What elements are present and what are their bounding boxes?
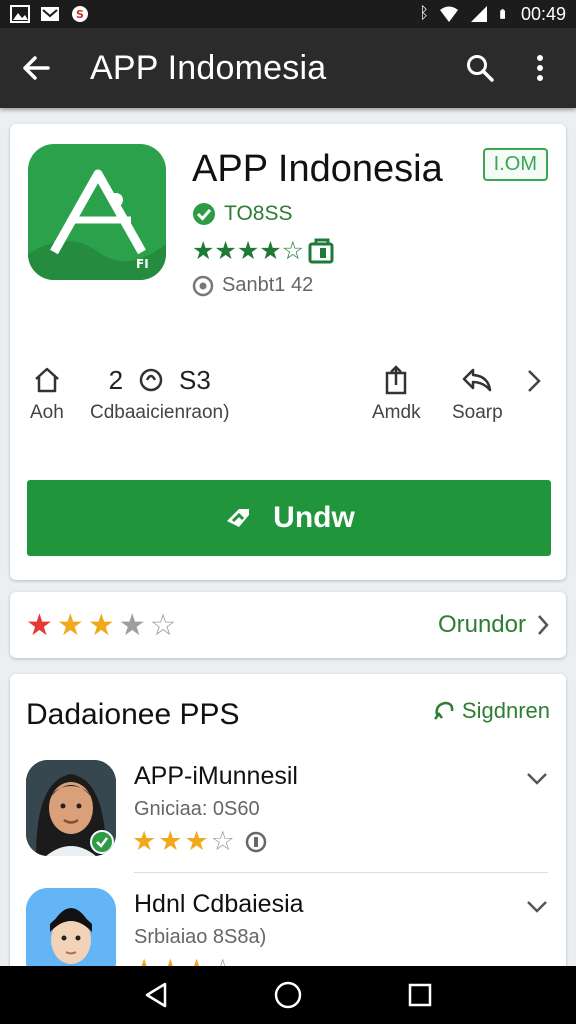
- home-icon: [35, 367, 59, 393]
- expand-button[interactable]: [526, 894, 548, 920]
- rate-stars[interactable]: ★ ★ ★ ★ ☆: [26, 608, 177, 643]
- developer-row[interactable]: TO8SS: [192, 202, 292, 226]
- stat-share-label: Amdk: [372, 402, 421, 423]
- rate-link-label: Orundor: [437, 611, 526, 638]
- stat-downloads: 2 S3 Cdbaaicienraon): [90, 364, 229, 424]
- mail-icon: [41, 7, 59, 21]
- star-icon[interactable]: ★: [57, 608, 84, 643]
- app-name: APP Indonesia: [192, 148, 443, 190]
- expand-button[interactable]: [526, 766, 548, 792]
- star-icon: ★: [158, 826, 183, 856]
- search-icon: [467, 55, 494, 82]
- star-icon[interactable]: ★: [88, 608, 115, 643]
- overflow-menu-button[interactable]: [518, 46, 562, 90]
- nav-back-button[interactable]: [136, 975, 176, 1015]
- signal-icon: [470, 6, 487, 22]
- nav-recents-button[interactable]: [400, 975, 440, 1015]
- list-item-title: Hdnl Cdbaiesia: [134, 890, 304, 918]
- wifi-icon: [439, 6, 458, 22]
- install-button[interactable]: Undw: [27, 480, 551, 556]
- list-item-subtitle: Gniciaa: 0S60: [134, 798, 260, 820]
- refresh-icon: [433, 701, 454, 720]
- list-item-title: APP-iMunnesil: [134, 762, 298, 790]
- chevron-down-icon: [527, 773, 547, 785]
- page-title: APP Indomesia: [90, 48, 327, 87]
- avatar: [26, 760, 116, 856]
- app-notification-icon: S: [72, 6, 88, 22]
- rate-link[interactable]: Orundor: [438, 611, 550, 639]
- app-bar: APP Indomesia: [0, 28, 576, 108]
- see-more-link[interactable]: Sigdnren: [432, 698, 550, 724]
- stat-number: 2: [108, 364, 124, 395]
- stats-next-button[interactable]: [526, 368, 542, 394]
- star-icon[interactable]: ★: [26, 608, 53, 643]
- stat-reply-label: Soarp: [452, 402, 503, 423]
- nav-home-button[interactable]: [268, 975, 308, 1015]
- battery-icon: [500, 9, 505, 19]
- more-vert-icon: [537, 55, 543, 81]
- stat-share[interactable]: Amdk: [372, 364, 421, 424]
- circle-home-icon: [274, 981, 302, 1009]
- star-icon: ★: [132, 826, 157, 856]
- star-icon: ★: [184, 826, 209, 856]
- app-rating-row: ★★★★☆: [192, 236, 336, 266]
- triangle-back-icon: [145, 982, 167, 1008]
- status-time: 00:49: [520, 3, 566, 24]
- stat-number-2: S3: [179, 364, 211, 395]
- search-button[interactable]: [458, 46, 502, 90]
- list-item-subtitle: Srbiaiao 8S8a): [134, 926, 267, 948]
- divider: [134, 872, 548, 873]
- image-icon: [10, 5, 30, 23]
- share-icon: [386, 365, 407, 395]
- info-circle-icon: [245, 831, 267, 852]
- rate-app-card[interactable]: ★ ★ ★ ★ ☆ Orundor: [10, 592, 566, 658]
- stat-home-label: Aoh: [30, 402, 64, 423]
- chevron-down-icon: [527, 901, 547, 913]
- app-rating-stars: ★★★★☆: [192, 237, 305, 265]
- stat-home[interactable]: Aoh: [30, 364, 64, 424]
- download-arrow-icon: [227, 509, 250, 527]
- star-outline-icon[interactable]: ☆: [150, 608, 177, 643]
- status-bar: S ᛒ 00:49: [0, 0, 576, 28]
- stat-downloads-label: Cdbaaicienraon): [90, 402, 230, 423]
- star-icon[interactable]: ★: [119, 608, 146, 643]
- info-circle-icon: [192, 275, 214, 296]
- chevron-right-icon: [538, 615, 549, 635]
- star-outline-icon: ☆: [210, 826, 235, 856]
- svg-text:S: S: [76, 8, 84, 21]
- svg-text:FI: FI: [136, 257, 149, 271]
- chevron-right-icon: [528, 370, 541, 392]
- verified-check-icon: [193, 203, 215, 225]
- app-header-card: FI APP Indonesia I.OM TO8SS ★★★★☆ Sanbt1…: [10, 124, 566, 580]
- app-logo: FI: [28, 144, 166, 280]
- stat-reply[interactable]: Soarp: [452, 364, 503, 424]
- sync-icon: [139, 368, 163, 392]
- reply-icon: [463, 368, 492, 392]
- similar-apps-card: Dadaionee PPS Sigdnren APP-iMunnesil Gni…: [10, 674, 566, 994]
- system-nav-bar: [0, 966, 576, 1024]
- section-heading: Dadaionee PPS: [26, 698, 240, 731]
- app-stats-row: Aoh 2 S3 Cdbaaicienraon) Amdk Soarp: [10, 364, 566, 434]
- square-recents-icon: [408, 983, 432, 1007]
- back-button[interactable]: [14, 46, 58, 90]
- app-size: Sanbt1 42: [222, 274, 314, 296]
- editors-choice-icon: [308, 238, 334, 264]
- installed-check-icon: [90, 830, 114, 854]
- arrow-back-icon: [23, 56, 50, 80]
- list-item[interactable]: APP-iMunnesil Gniciaa: 0S60 ★ ★ ★ ☆: [10, 760, 566, 870]
- install-button-label: Undw: [273, 501, 355, 534]
- content-rating-badge: I.OM: [482, 148, 548, 181]
- see-more-label: Sigdnren: [461, 698, 550, 723]
- bluetooth-icon: ᛒ: [419, 5, 429, 22]
- developer-name: TO8SS: [224, 202, 293, 225]
- app-size-row: Sanbt1 42: [192, 274, 313, 297]
- list-item-rating: ★ ★ ★ ☆: [132, 826, 267, 857]
